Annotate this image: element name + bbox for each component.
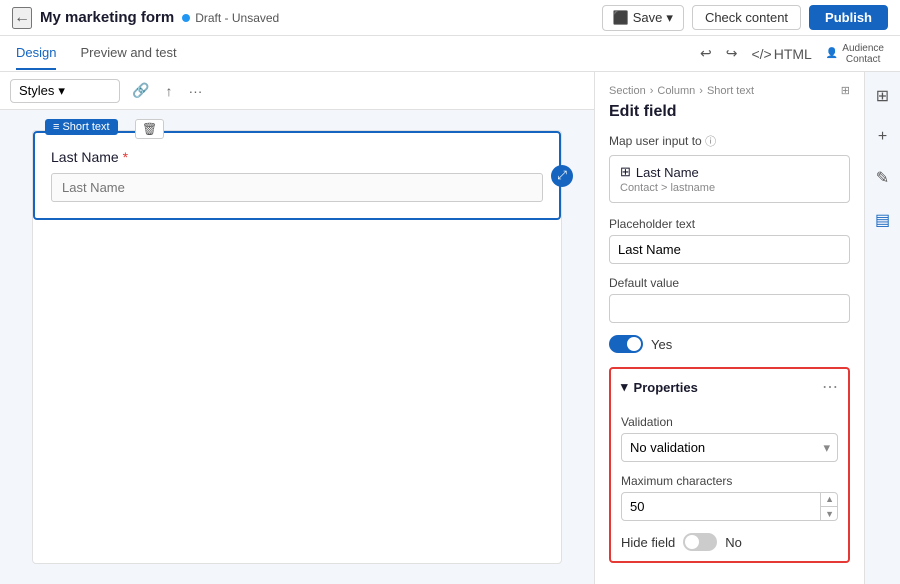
top-bar: ← My marketing form Draft - Unsaved ⬛ Sa… <box>0 0 900 36</box>
canvas-toolbar: Styles ▾ 🔗 ↑ ··· <box>0 72 594 110</box>
chevron-down-icon: ▾ <box>621 379 628 395</box>
decrement-button[interactable]: ▼ <box>820 507 838 521</box>
styles-label: Styles <box>19 83 54 98</box>
hide-field-label: Hide field <box>621 535 675 550</box>
page-title: My marketing form <box>40 9 174 26</box>
max-chars-group: Maximum characters ▲ ▼ <box>621 474 838 521</box>
side-icons: ⊞ + ✎ ▤ <box>864 72 900 584</box>
publish-button[interactable]: Publish <box>809 5 888 30</box>
check-content-button[interactable]: Check content <box>692 5 801 30</box>
hide-field-no-label: No <box>725 535 742 550</box>
required-star: * <box>123 149 128 165</box>
max-chars-input-wrapper: ▲ ▼ <box>621 492 838 521</box>
validation-label: Validation <box>621 415 838 429</box>
required-toggle[interactable] <box>609 335 643 353</box>
grid-icon: ⊞ <box>841 84 850 97</box>
styles-dropdown-icon: ▾ <box>58 83 65 99</box>
required-row: Yes <box>609 335 850 353</box>
breadcrumb-column: Column <box>657 85 695 97</box>
redo-button[interactable]: ↪ <box>726 45 738 62</box>
draft-dot-icon <box>182 14 190 22</box>
field-input[interactable] <box>51 173 543 202</box>
draft-label: Draft - Unsaved <box>195 11 279 25</box>
map-input-box[interactable]: ⊞ Last Name Contact > lastname <box>609 155 850 203</box>
tab-bar-left: Design Preview and test <box>16 37 177 70</box>
save-icon: ⬛ <box>613 10 629 26</box>
placeholder-label: Placeholder text <box>609 217 850 231</box>
html-icon: </> <box>751 46 771 62</box>
max-chars-input[interactable] <box>621 492 838 521</box>
save-button[interactable]: ⬛ Save ▾ <box>602 5 684 31</box>
form-preview: ≡ Short text 🗑 Last Name * ⤢ <box>32 130 562 564</box>
properties-icon-button[interactable]: ▤ <box>871 206 894 234</box>
draft-badge: Draft - Unsaved <box>182 11 279 25</box>
hide-field-toggle[interactable] <box>683 533 717 551</box>
link-icon-button[interactable]: 🔗 <box>128 80 153 101</box>
default-value-group: Default value <box>609 276 850 323</box>
default-value-input[interactable] <box>609 294 850 323</box>
placeholder-group: Placeholder text <box>609 217 850 264</box>
validation-select[interactable]: No validation <box>621 433 838 462</box>
audience-section: 👤 Audience Contact <box>826 43 884 65</box>
properties-section: ▾ Properties ⋯ Validation No validation … <box>609 367 850 563</box>
map-info-icon[interactable]: ⓘ <box>705 136 716 148</box>
save-label: Save <box>633 10 663 25</box>
map-field-icon: ⊞ <box>620 164 631 180</box>
breadcrumb-section: Section <box>609 85 646 97</box>
increment-button[interactable]: ▲ <box>820 492 838 507</box>
contact-label: Contact <box>842 54 884 65</box>
back-button[interactable]: ← <box>12 7 32 29</box>
default-value-label: Default value <box>609 276 850 290</box>
placeholder-input[interactable] <box>609 235 850 264</box>
tab-bar: Design Preview and test ↩ ↪ </> HTML 👤 A… <box>0 36 900 72</box>
layers-icon-button[interactable]: ⊞ <box>872 82 893 110</box>
hide-field-row: Hide field No <box>621 533 838 551</box>
map-field-name: ⊞ Last Name <box>620 164 839 180</box>
properties-header-left: ▾ Properties <box>621 379 698 395</box>
breadcrumb-sep2: › <box>699 85 703 97</box>
tab-preview[interactable]: Preview and test <box>80 37 176 70</box>
tab-design[interactable]: Design <box>16 37 56 70</box>
main-layout: Styles ▾ 🔗 ↑ ··· ≡ Short text 🗑 Last Nam… <box>0 72 900 584</box>
styles-select[interactable]: Styles ▾ <box>10 79 120 103</box>
validation-group: Validation No validation ▾ <box>621 415 838 462</box>
add-icon-button[interactable]: + <box>874 124 891 150</box>
html-label: HTML <box>774 46 812 62</box>
panel-title: Edit field <box>609 103 850 121</box>
canvas-content: ≡ Short text 🗑 Last Name * ⤢ <box>0 110 594 584</box>
map-section-label: Map user input to ⓘ <box>609 133 850 149</box>
properties-more-button[interactable]: ⋯ <box>822 377 838 397</box>
field-label: Last Name * <box>51 149 543 165</box>
html-button[interactable]: </> HTML <box>751 46 811 62</box>
arrow-icon-button[interactable]: ↑ <box>161 81 176 101</box>
number-arrows: ▲ ▼ <box>820 492 838 521</box>
edit-icon-button[interactable]: ✎ <box>872 164 893 192</box>
tab-bar-right: ↩ ↪ </> HTML 👤 Audience Contact <box>700 43 884 65</box>
properties-body: Validation No validation ▾ Maximum chara… <box>611 405 848 561</box>
field-label-text: Last Name <box>51 149 119 165</box>
required-label: Yes <box>651 337 672 352</box>
save-dropdown-icon: ▾ <box>666 10 673 26</box>
audience-label: Audience <box>842 43 884 54</box>
undo-button[interactable]: ↩ <box>700 45 712 62</box>
audience-icon: 👤 <box>826 48 838 59</box>
canvas-area: Styles ▾ 🔗 ↑ ··· ≡ Short text 🗑 Last Nam… <box>0 72 594 584</box>
breadcrumb-sep1: › <box>650 85 654 97</box>
field-delete-button[interactable]: 🗑 <box>135 119 164 139</box>
field-type-badge: ≡ Short text <box>45 119 118 135</box>
top-bar-right: ⬛ Save ▾ Check content Publish <box>602 5 888 31</box>
top-bar-left: ← My marketing form Draft - Unsaved <box>12 7 592 29</box>
properties-header[interactable]: ▾ Properties ⋯ <box>611 369 848 405</box>
max-chars-label: Maximum characters <box>621 474 838 488</box>
more-icon-button[interactable]: ··· <box>184 81 206 101</box>
field-drag-handle[interactable]: ⤢ <box>551 165 573 187</box>
breadcrumb-shorttext: Short text <box>707 85 754 97</box>
field-block: ≡ Short text 🗑 Last Name * ⤢ <box>33 131 561 220</box>
validation-select-wrapper: No validation ▾ <box>621 433 838 462</box>
properties-label: Properties <box>634 380 698 395</box>
map-field-path: Contact > lastname <box>620 182 839 194</box>
breadcrumb: Section › Column › Short text ⊞ <box>609 84 850 97</box>
right-panel: Section › Column › Short text ⊞ Edit fie… <box>594 72 864 584</box>
